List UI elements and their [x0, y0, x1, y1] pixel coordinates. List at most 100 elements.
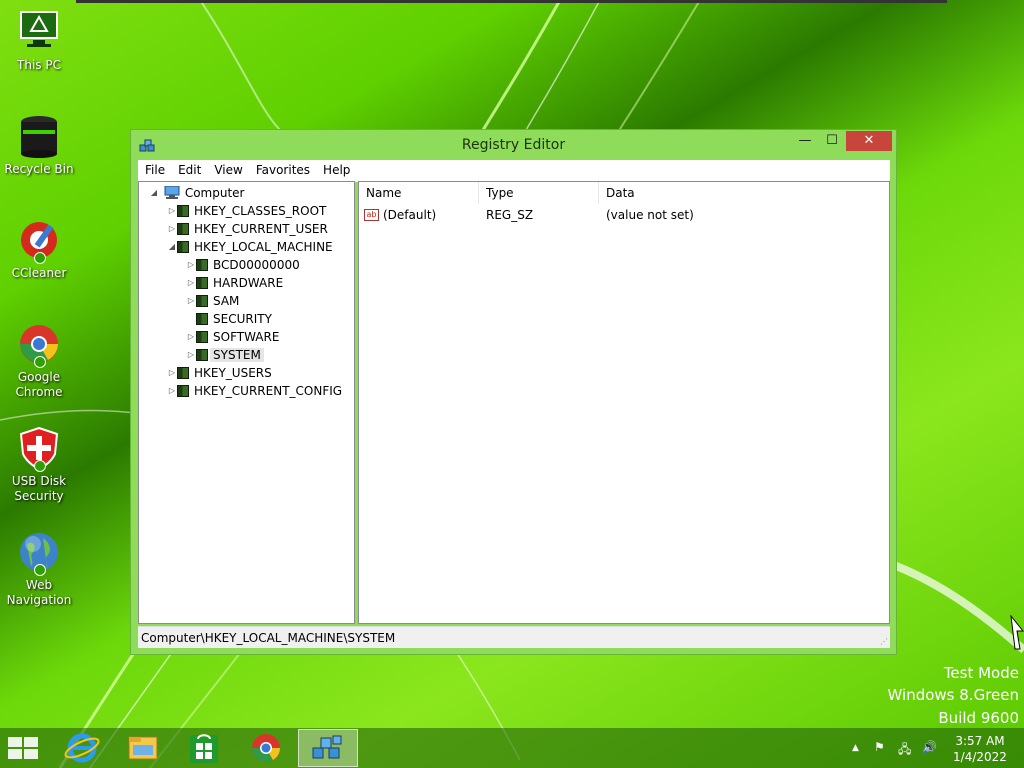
registry-editor-window: Registry Editor — ☐ ✕ File Edit View Favori…	[130, 129, 897, 655]
maximize-button[interactable]: ☐	[819, 131, 845, 151]
collapse-icon[interactable]: ◢	[167, 238, 177, 256]
key-tree-pane[interactable]: ◢ Computer ▷ HKEY_CLASSES_ROOT ▷ HKEY_CURR…	[138, 181, 355, 624]
globe-icon	[17, 530, 61, 576]
value-data: (value not set)	[606, 208, 694, 222]
folder-key-icon	[196, 313, 208, 325]
action-center-flag-icon[interactable]: ⚑	[874, 740, 885, 754]
expand-icon[interactable]: ▷	[167, 202, 177, 220]
expand-icon[interactable]: ▷	[186, 328, 196, 346]
folder-key-icon	[196, 259, 208, 271]
chrome-icon	[17, 322, 61, 368]
start-icon	[8, 737, 38, 759]
title-bar[interactable]: Registry Editor — ☐ ✕	[131, 130, 896, 160]
menu-bar: File Edit View Favorites Help	[138, 160, 890, 182]
volume-icon[interactable]: 🔊	[922, 740, 937, 754]
taskbar-chrome[interactable]	[236, 729, 296, 767]
column-header-name[interactable]: Name	[359, 182, 479, 204]
expand-icon[interactable]: ▷	[186, 256, 196, 274]
value-name: (Default)	[383, 208, 437, 222]
recycle-bin-icon	[17, 114, 61, 158]
minimize-button[interactable]: —	[792, 131, 818, 151]
desktop-icon-recycle-bin[interactable]: Recycle Bin	[2, 114, 76, 177]
expand-icon[interactable]: ▷	[186, 292, 196, 310]
folder-key-icon	[177, 205, 189, 217]
top-edge-bar	[76, 0, 947, 3]
tree-node-hkey-current-config[interactable]: ▷ HKEY_CURRENT_CONFIG	[167, 382, 342, 400]
desktop-icon-web-navigation[interactable]: Web Navigation	[2, 530, 76, 608]
taskbar-registry-editor[interactable]	[298, 729, 358, 767]
file-explorer-icon	[128, 736, 158, 760]
system-clock[interactable]: 3:57 AM 1/4/2022	[950, 733, 1010, 765]
expand-icon[interactable]: ▷	[167, 220, 177, 238]
tree-node-hkey-classes-root[interactable]: ▷ HKEY_CLASSES_ROOT	[167, 202, 326, 220]
menu-file[interactable]: File	[138, 160, 171, 182]
expand-icon[interactable]: ▷	[186, 274, 196, 292]
expand-icon[interactable]: ▷	[186, 346, 196, 364]
desktop-icon-this-pc[interactable]: This PC	[2, 10, 76, 73]
desktop-icon-label: CCleaner	[11, 266, 67, 280]
desktop-icon-label: Web Navigation	[6, 578, 72, 607]
watermark-line-1: Test Mode	[943, 664, 1019, 682]
tree-node-sam[interactable]: ▷ SAM	[186, 292, 239, 310]
tree-node-hkey-users[interactable]: ▷ HKEY_USERS	[167, 364, 272, 382]
expand-icon[interactable]: ▷	[167, 382, 177, 400]
clock-time: 3:57 AM	[955, 734, 1005, 748]
resize-grip-icon[interactable]: ⋰	[880, 637, 888, 646]
show-hidden-icons-chevron-icon[interactable]: ▲	[852, 743, 859, 753]
internet-explorer-icon	[64, 733, 100, 763]
value-type: REG_SZ	[486, 208, 534, 222]
folder-key-icon	[196, 349, 208, 361]
taskbar-file-explorer[interactable]	[113, 729, 173, 767]
tree-node-hkey-local-machine[interactable]: ◢ HKEY_LOCAL_MACHINE	[167, 238, 333, 256]
tree-node-bcd00000000[interactable]: ▷ BCD00000000	[186, 256, 300, 274]
store-icon	[190, 734, 218, 763]
desktop-icon-usb-disk-security[interactable]: USB Disk Security	[2, 426, 76, 504]
menu-help[interactable]: Help	[316, 160, 356, 182]
folder-key-icon	[196, 331, 208, 343]
shield-icon	[17, 426, 61, 472]
desktop-icon-label: This PC	[17, 58, 61, 72]
menu-edit[interactable]: Edit	[171, 160, 207, 182]
window-title: Registry Editor	[461, 137, 566, 153]
start-button[interactable]	[0, 729, 54, 767]
desktop-icon-google-chrome[interactable]: Google Chrome	[2, 322, 76, 400]
collapse-icon[interactable]: ◢	[149, 184, 159, 202]
tree-node-security[interactable]: SECURITY	[186, 310, 272, 328]
column-header-type[interactable]: Type	[479, 182, 599, 204]
chrome-icon	[252, 734, 280, 762]
column-header-data[interactable]: Data	[599, 182, 889, 204]
folder-key-icon	[196, 295, 208, 307]
network-icon[interactable]: 🖧	[898, 740, 911, 761]
folder-key-icon	[177, 385, 189, 397]
ccleaner-icon	[17, 218, 61, 264]
tree-node-hkey-current-user[interactable]: ▷ HKEY_CURRENT_USER	[167, 220, 328, 238]
tree-node-software[interactable]: ▷ SOFTWARE	[186, 328, 280, 346]
desktop-icon-label: Google Chrome	[15, 370, 63, 399]
desktop-icon-ccleaner[interactable]: CCleaner	[2, 218, 76, 281]
computer-icon	[163, 185, 181, 199]
expand-icon[interactable]: ▷	[167, 364, 177, 382]
taskbar-store[interactable]	[174, 729, 234, 767]
this-pc-icon	[17, 10, 61, 54]
value-row[interactable]: ab (Default) REG_SZ (value not set)	[359, 206, 889, 224]
folder-key-icon	[177, 367, 189, 379]
folder-key-icon	[177, 223, 189, 235]
tree-node-hardware[interactable]: ▷ HARDWARE	[186, 274, 283, 292]
folder-key-icon	[177, 241, 189, 253]
regedit-icon	[312, 735, 342, 759]
menu-favorites[interactable]: Favorites	[249, 160, 316, 182]
desktop-icon-label: Recycle Bin	[4, 162, 74, 176]
clock-date: 1/4/2022	[953, 750, 1007, 764]
desktop-icon-label: USB Disk Security	[11, 474, 67, 503]
menu-view[interactable]: View	[207, 160, 248, 182]
taskbar: ▲ ⚑ 🖧 🔊 3:57 AM 1/4/2022	[0, 728, 1024, 768]
taskbar-internet-explorer[interactable]	[52, 729, 112, 767]
mouse-cursor-icon	[1010, 614, 1024, 654]
status-path: Computer\HKEY_LOCAL_MACHINE\SYSTEM	[141, 631, 396, 645]
tree-node-computer[interactable]: ◢ Computer	[149, 184, 244, 202]
folder-key-icon	[196, 277, 208, 289]
tree-node-system[interactable]: ▷ SYSTEM	[186, 346, 264, 364]
values-list-pane[interactable]: Name Type Data ab (Default) REG_SZ (valu…	[358, 181, 890, 624]
close-button[interactable]: ✕	[846, 131, 892, 151]
status-bar: Computer\HKEY_LOCAL_MACHINE\SYSTEM ⋰	[138, 626, 890, 648]
